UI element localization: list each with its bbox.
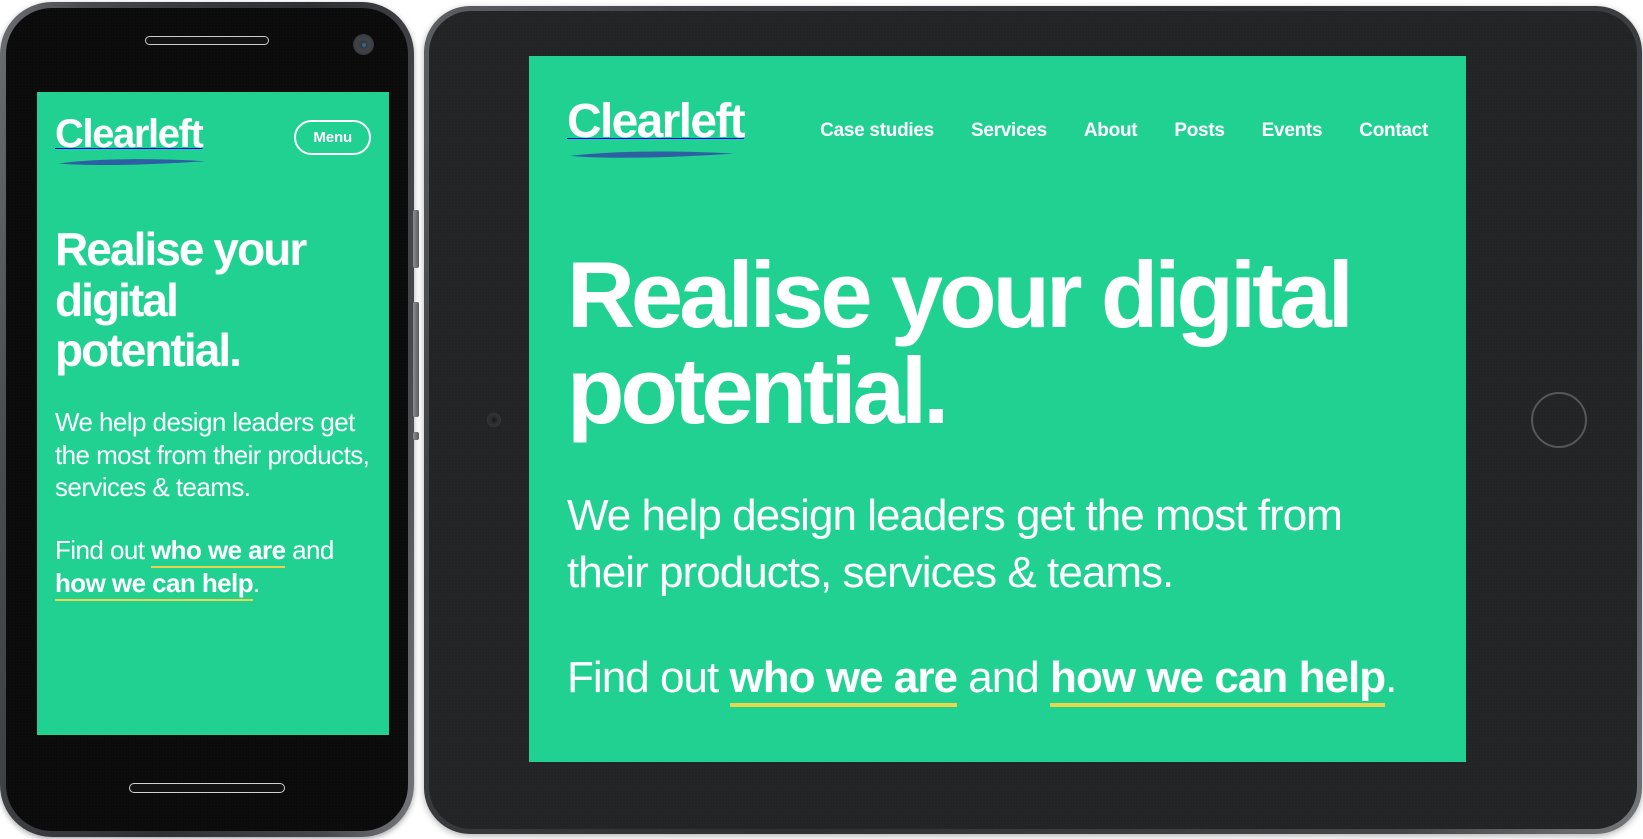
clearleft-homepage-mobile: Clearleft Menu Realise your digital pote… xyxy=(37,92,389,735)
page-headline: Realise your digital potential. xyxy=(55,223,307,377)
logo-link[interactable]: Clearleft xyxy=(567,95,746,161)
phone-side-button-bottom[interactable] xyxy=(413,432,419,440)
logo-underline-stroke xyxy=(570,151,734,158)
nav-item-events[interactable]: Events xyxy=(1262,120,1323,142)
front-camera-icon xyxy=(487,413,501,427)
menu-button[interactable]: Menu xyxy=(294,120,371,155)
nav-item-case-studies[interactable]: Case studies xyxy=(820,120,934,142)
who-we-are-link[interactable]: who we are xyxy=(729,653,958,708)
nav-item-contact[interactable]: Contact xyxy=(1359,120,1428,142)
find-out-suffix: . xyxy=(253,567,260,598)
speaker-grille-icon xyxy=(145,36,269,45)
phone-device: Clearleft Menu Realise your digital pote… xyxy=(0,2,419,837)
find-out-paragraph: Find out who we are and how we can help. xyxy=(55,534,371,601)
primary-navigation: Case studies Services About Posts Events… xyxy=(783,120,1428,142)
logo-underline-stroke xyxy=(58,159,205,166)
find-out-middle: and xyxy=(285,535,334,566)
clearleft-homepage-tablet: Clearleft Case studies Services About Po… xyxy=(529,56,1466,762)
tablet-body: Clearleft Case studies Services About Po… xyxy=(429,11,1637,829)
tablet-screen: Clearleft Case studies Services About Po… xyxy=(529,56,1466,762)
find-out-prefix: Find out xyxy=(567,653,730,703)
phone-screen: Clearleft Menu Realise your digital pote… xyxy=(37,92,389,735)
find-out-suffix: . xyxy=(1385,653,1397,703)
page-lede: We help design leaders get the most from… xyxy=(55,406,370,503)
phone-body: Clearleft Menu Realise your digital pote… xyxy=(6,8,408,831)
tablet-device: Clearleft Case studies Services About Po… xyxy=(424,6,1642,834)
phone-side-button-top[interactable] xyxy=(413,210,419,268)
nav-item-about[interactable]: About xyxy=(1084,120,1138,142)
who-we-are-link[interactable]: who we are xyxy=(151,535,286,569)
front-camera-icon xyxy=(353,34,374,55)
phone-volume-button[interactable] xyxy=(413,302,419,417)
logo-text: Clearleft xyxy=(567,95,746,148)
page-lede: We help design leaders get the most from… xyxy=(567,490,1343,597)
mobile-header: Clearleft Menu xyxy=(55,114,371,168)
device-mockup-stage: Clearleft Menu Realise your digital pote… xyxy=(0,0,1643,839)
speaker-grille-icon xyxy=(129,783,285,793)
home-button-icon[interactable] xyxy=(1531,392,1587,448)
how-we-can-help-link[interactable]: how we can help xyxy=(55,567,254,601)
page-headline: Realise your digital potential. xyxy=(567,242,1354,443)
nav-item-posts[interactable]: Posts xyxy=(1174,120,1225,142)
find-out-prefix: Find out xyxy=(55,535,152,566)
find-out-paragraph: Find out who we are and how we can help. xyxy=(567,649,1428,708)
how-we-can-help-link[interactable]: how we can help xyxy=(1050,653,1386,708)
tablet-header: Clearleft Case studies Services About Po… xyxy=(567,98,1428,161)
find-out-middle: and xyxy=(957,653,1051,703)
logo-link[interactable]: Clearleft xyxy=(55,114,210,168)
logo-text: Clearleft xyxy=(55,112,204,156)
nav-item-services[interactable]: Services xyxy=(971,120,1047,142)
